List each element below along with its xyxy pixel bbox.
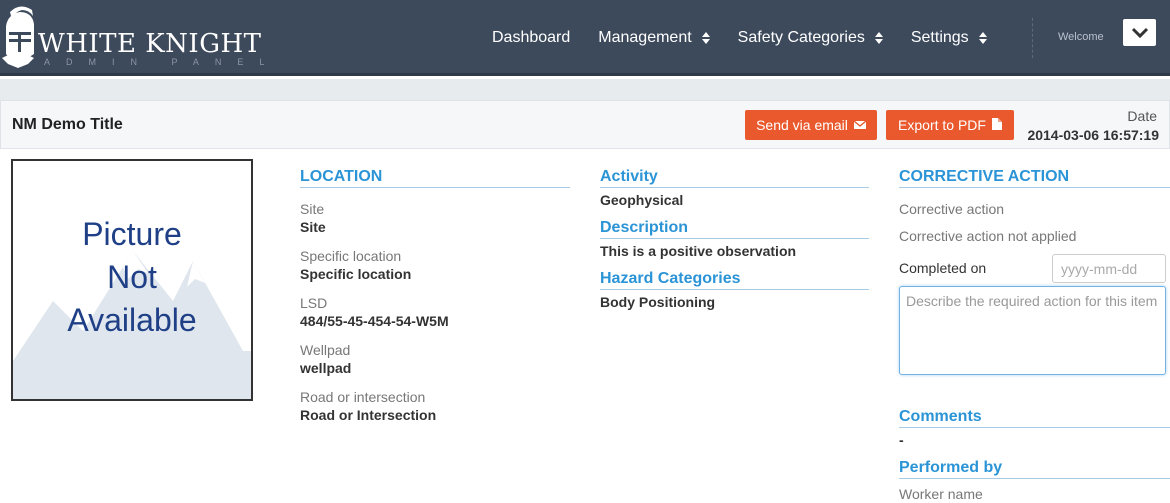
activity-section: Activity Geophysical Description This is… (600, 168, 869, 321)
envelope-icon (853, 117, 867, 133)
worker-name-label: Worker name (899, 486, 983, 502)
required-action-textarea[interactable] (899, 286, 1166, 375)
comments-value: - (899, 432, 904, 448)
chevron-down-icon (1131, 27, 1148, 38)
wellpad-label: Wellpad (300, 342, 351, 358)
description-value: This is a positive observation (600, 243, 797, 259)
completed-on-row: Completed on (899, 254, 1170, 284)
sort-caret-icon (701, 32, 710, 44)
picture-line-1: Picture (82, 216, 182, 252)
nav-safety-categories[interactable]: Safety Categories (724, 29, 897, 47)
sort-caret-icon (874, 32, 883, 44)
send-email-label: Send via email (756, 117, 848, 133)
lsd-label: LSD (300, 295, 328, 311)
report-header: NM Demo Title Send via email Export to P… (0, 100, 1170, 149)
nav-dashboard[interactable]: Dashboard (478, 29, 584, 47)
export-pdf-label: Export to PDF (898, 117, 986, 133)
corrective-action-heading: CORRECTIVE ACTION (899, 168, 1170, 188)
brand-logo[interactable]: WHITE KNIGHT ADMIN PANEL (2, 2, 264, 70)
corrective-action-status: Corrective action not applied (899, 228, 1077, 244)
description-heading: Description (600, 219, 869, 239)
nav-dashboard-label: Dashboard (492, 29, 571, 46)
corrective-action-line: Corrective action (899, 201, 1005, 217)
specific-location-label: Specific location (300, 248, 402, 264)
hazard-categories-value: Body Positioning (600, 294, 716, 310)
nav-safety-categories-label: Safety Categories (737, 29, 865, 46)
picture-line-3: Available (67, 302, 197, 338)
page-title: NM Demo Title (12, 116, 123, 133)
user-menu-button[interactable] (1123, 19, 1156, 46)
nav-settings[interactable]: Settings (897, 29, 1001, 47)
nav-settings-label: Settings (910, 29, 969, 46)
completed-on-date-input[interactable] (1052, 254, 1166, 283)
date-label: Date (1127, 108, 1157, 124)
sort-caret-icon (978, 32, 987, 44)
performed-by-heading: Performed by (899, 459, 1170, 479)
site-value: Site (300, 219, 326, 235)
performed-by-section: Performed by Worker name (899, 459, 1170, 503)
top-navbar: WHITE KNIGHT ADMIN PANEL Dashboard Manag… (0, 0, 1170, 76)
lsd-value: 484/55-45-454-54-W5M (300, 313, 449, 329)
file-icon (991, 117, 1002, 133)
road-label: Road or intersection (300, 389, 426, 405)
comments-section: Comments - (899, 408, 1170, 448)
nav-management-label: Management (598, 29, 692, 46)
brand-subtitle: ADMIN PANEL (44, 57, 281, 67)
activity-value: Geophysical (600, 192, 684, 208)
welcome-text: Welcome (1058, 31, 1104, 43)
send-email-button[interactable]: Send via email (745, 110, 877, 140)
location-section: LOCATION Site Site Specific location Spe… (300, 168, 570, 435)
nav-management[interactable]: Management (584, 29, 723, 47)
comments-heading: Comments (899, 408, 1170, 428)
page-gutter (0, 79, 1170, 100)
location-heading: LOCATION (300, 168, 570, 188)
picture-placeholder-text: Picture Not Available (13, 213, 251, 342)
corrective-action-section: CORRECTIVE ACTION Corrective action Corr… (899, 168, 1170, 375)
export-pdf-button[interactable]: Export to PDF (886, 110, 1014, 140)
picture-line-2: Not (107, 259, 157, 295)
specific-location-value: Specific location (300, 266, 412, 282)
date-value: 2014-03-06 16:57:19 (1027, 127, 1159, 143)
completed-on-label: Completed on (899, 260, 987, 276)
activity-heading: Activity (600, 168, 869, 188)
observation-picture: Picture Not Available (11, 159, 253, 401)
main-nav: Dashboard Management Safety Categories S… (478, 0, 1001, 76)
hazard-categories-heading: Hazard Categories (600, 270, 869, 290)
road-value: Road or Intersection (300, 407, 437, 423)
site-label: Site (300, 201, 325, 217)
brand-title: WHITE KNIGHT (38, 29, 262, 59)
nav-divider (1032, 18, 1033, 58)
wellpad-value: wellpad (300, 360, 352, 376)
